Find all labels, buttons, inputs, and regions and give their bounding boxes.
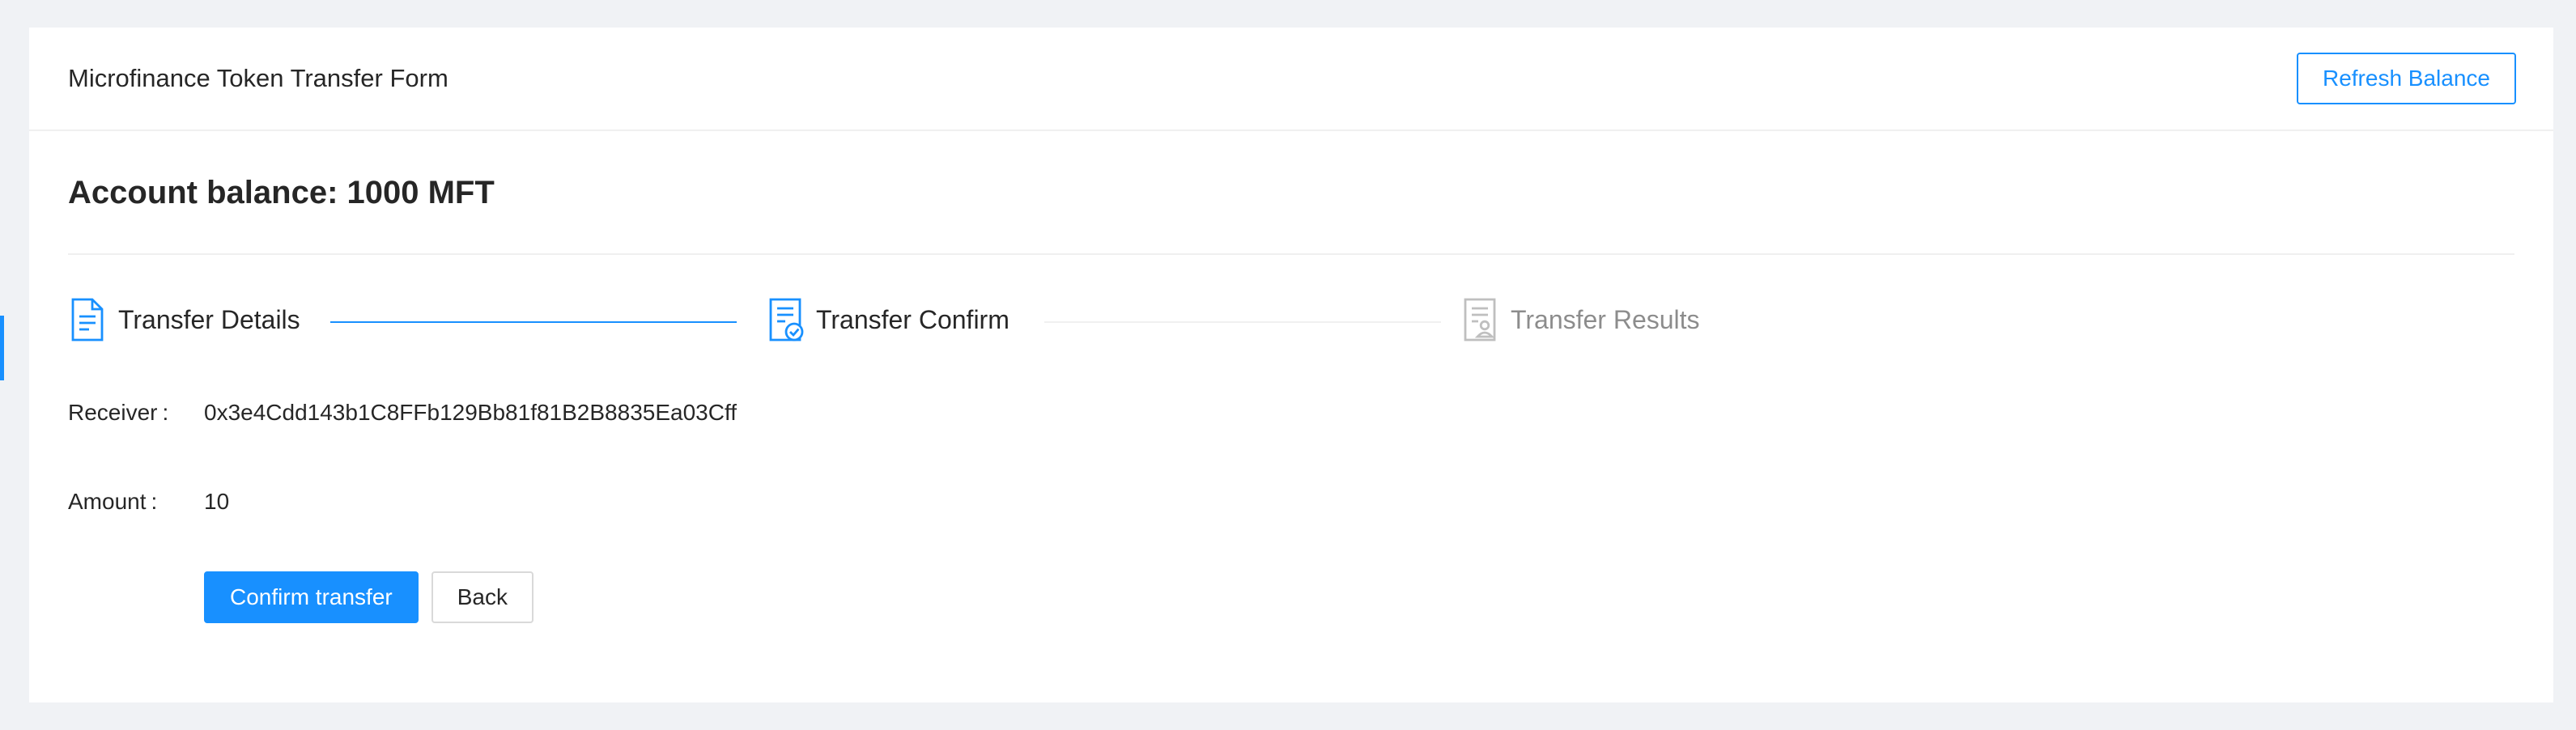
step-connector-done xyxy=(330,321,737,323)
card-header: Microfinance Token Transfer Form Refresh… xyxy=(29,28,2553,131)
label-colon: : xyxy=(162,400,169,425)
step-connector-pending xyxy=(1044,321,1441,323)
account-balance: Account balance: 1000 MFT xyxy=(68,131,2514,255)
step-transfer-confirm: Transfer Confirm xyxy=(766,297,1010,342)
page-title: Microfinance Token Transfer Form xyxy=(68,64,448,92)
step-transfer-details: Transfer Details xyxy=(68,297,300,342)
receiver-row: Receiver: 0x3e4Cdd143b1C8FFb129Bb81f81B2… xyxy=(68,400,737,426)
confirm-transfer-button[interactable]: Confirm transfer xyxy=(204,571,419,623)
file-user-icon xyxy=(1460,297,1499,342)
amount-value: 10 xyxy=(204,489,230,514)
refresh-balance-button[interactable]: Refresh Balance xyxy=(2296,53,2516,104)
transfer-form-card: Microfinance Token Transfer Form Refresh… xyxy=(29,28,2553,702)
amount-label-text: Amount xyxy=(68,489,147,514)
amount-row: Amount: 10 xyxy=(68,489,229,515)
label-colon: : xyxy=(151,489,158,514)
active-indicator xyxy=(0,316,4,380)
receiver-label-text: Receiver xyxy=(68,400,158,425)
step-transfer-results: Transfer Results xyxy=(1460,297,1700,342)
file-text-icon xyxy=(68,297,107,342)
step-label: Transfer Details xyxy=(118,304,300,334)
file-check-icon xyxy=(766,297,805,342)
step-label: Transfer Confirm xyxy=(816,304,1010,334)
step-label: Transfer Results xyxy=(1511,304,1700,334)
back-button[interactable]: Back xyxy=(431,571,533,623)
card-body: Account balance: 1000 MFT Transfer Detai… xyxy=(29,131,2553,383)
form-actions: Confirm transfer Back xyxy=(204,571,533,623)
receiver-label: Receiver: xyxy=(68,400,204,426)
amount-label: Amount: xyxy=(68,489,204,515)
steps-bar: Transfer Details Transfer Confirm Transf… xyxy=(68,255,2514,383)
receiver-value: 0x3e4Cdd143b1C8FFb129Bb81f81B2B8835Ea03C… xyxy=(204,400,737,425)
